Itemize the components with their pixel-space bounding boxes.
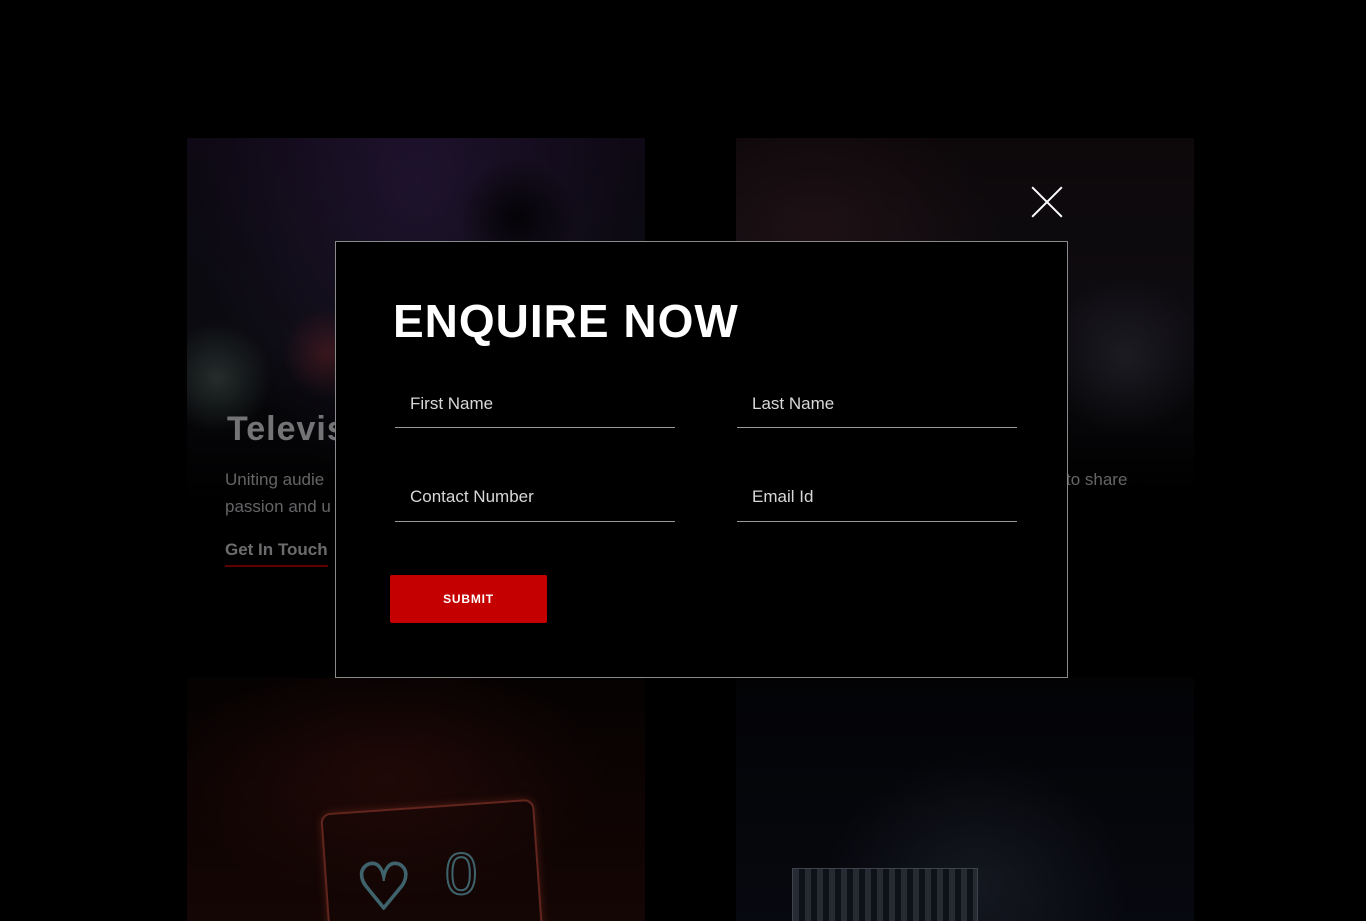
- contact-number-field: [395, 472, 675, 522]
- last-name-field: [737, 381, 1017, 428]
- close-icon[interactable]: [1030, 185, 1064, 219]
- enquire-modal: ENQUIRE NOW SUBMIT: [335, 241, 1068, 678]
- contact-number-input[interactable]: [395, 472, 675, 521]
- first-name-input[interactable]: [395, 381, 675, 427]
- email-input[interactable]: [737, 472, 1017, 521]
- submit-button[interactable]: SUBMIT: [390, 575, 547, 623]
- last-name-input[interactable]: [737, 381, 1017, 427]
- first-name-field: [395, 381, 675, 428]
- modal-title: ENQUIRE NOW: [393, 295, 739, 347]
- email-field: [737, 472, 1017, 522]
